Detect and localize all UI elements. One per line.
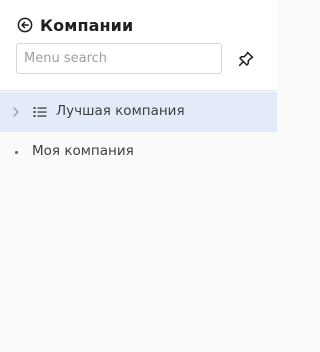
tree-item-label: Лучшая компания (56, 103, 185, 119)
companies-panel: Компании Лучшая к (0, 0, 277, 352)
arrow-left-circle-icon (17, 17, 32, 33)
expand-button[interactable] (10, 105, 22, 119)
list-icon (33, 107, 47, 117)
tree-item-best-company[interactable]: Лучшая компания (0, 92, 277, 132)
tree-item-my-company[interactable]: Моя компания (0, 132, 277, 172)
page-title: Компании (40, 15, 134, 35)
back-button[interactable] (16, 17, 33, 34)
chevron-right-icon (13, 107, 19, 117)
pin-button[interactable] (236, 49, 256, 69)
menu-search-input[interactable] (16, 43, 222, 74)
panel-header: Компании (0, 0, 277, 91)
pin-icon (238, 51, 254, 67)
dot-icon (15, 151, 18, 154)
title-row: Компании (16, 14, 133, 36)
company-tree: Лучшая компания Моя компания (0, 92, 277, 172)
tree-item-label: Моя компания (32, 143, 134, 159)
